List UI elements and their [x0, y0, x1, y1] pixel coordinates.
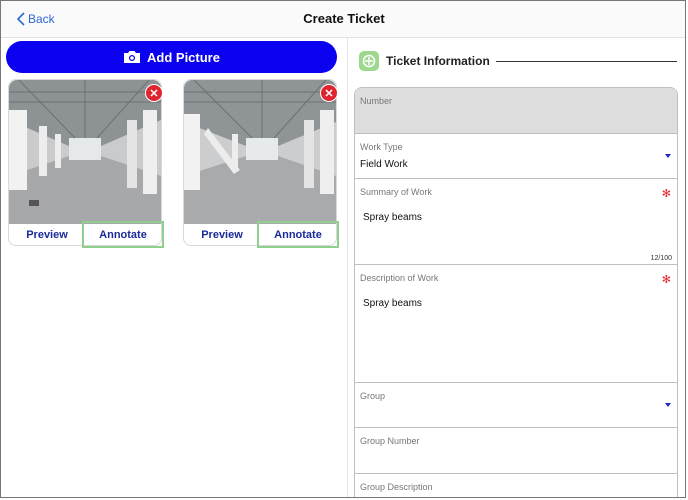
group-select[interactable]: Group — [355, 383, 677, 428]
ticket-icon — [359, 51, 379, 71]
group-label: Group — [360, 391, 386, 401]
camera-icon — [124, 51, 141, 63]
number-field: Number — [355, 88, 677, 134]
photo-thumbnail[interactable] — [184, 80, 336, 224]
number-label: Number — [360, 96, 393, 106]
section-title: Ticket Information — [386, 54, 490, 68]
photo-card: ✕ Preview Annotate — [8, 79, 164, 248]
work-type-select[interactable]: Work Type Field Work — [355, 134, 677, 179]
description-label: Description of Work — [360, 273, 439, 283]
add-picture-label: Add Picture — [147, 49, 220, 65]
required-asterisk-icon: ✻ — [661, 188, 671, 200]
group-description-input[interactable]: Group Description — [355, 474, 677, 497]
group-number-input[interactable]: Group Number — [355, 428, 677, 474]
description-value: Spray beams — [363, 298, 422, 309]
ticket-form: Number Work Type Field Work Summary of W… — [354, 87, 678, 497]
page-title: Create Ticket — [303, 11, 385, 26]
close-icon: ✕ — [149, 87, 159, 100]
annotate-button[interactable]: Annotate — [82, 221, 164, 248]
remove-photo-button[interactable]: ✕ — [320, 84, 338, 102]
photo-actions: Preview Annotate — [9, 221, 164, 248]
photo-card: ✕ Preview Annotate — [183, 79, 339, 248]
character-counter: 12/100 — [650, 255, 672, 262]
photo-actions: Preview Annotate — [184, 221, 339, 248]
close-icon: ✕ — [324, 87, 334, 100]
group-number-label: Group Number — [360, 436, 420, 446]
navigation-bar: Back Create Ticket — [1, 1, 685, 38]
chevron-down-icon — [665, 403, 671, 407]
add-picture-button[interactable]: Add Picture — [6, 41, 337, 73]
summary-label: Summary of Work — [360, 187, 432, 197]
annotate-button[interactable]: Annotate — [257, 221, 339, 248]
photo-thumbnail[interactable] — [9, 80, 161, 224]
summary-of-work-input[interactable]: Summary of Work ✻ Spray beams 12/100 — [355, 179, 677, 265]
description-of-work-input[interactable]: Description of Work ✻ Spray beams — [355, 265, 677, 383]
panel-divider — [347, 38, 348, 497]
preview-button[interactable]: Preview — [9, 224, 85, 245]
app-frame: Back Create Ticket Add Picture ✕ Preview… — [0, 0, 686, 498]
work-type-value: Field Work — [360, 159, 408, 170]
group-description-label: Group Description — [360, 482, 433, 492]
construction-site-photo — [9, 80, 161, 224]
work-type-label: Work Type — [360, 142, 403, 152]
section-divider-line — [495, 60, 677, 62]
required-asterisk-icon: ✻ — [661, 274, 671, 286]
preview-button[interactable]: Preview — [184, 224, 260, 245]
summary-value: Spray beams — [363, 212, 422, 223]
chevron-down-icon — [665, 154, 671, 158]
section-header: Ticket Information — [359, 49, 677, 73]
construction-site-photo — [184, 80, 336, 224]
remove-photo-button[interactable]: ✕ — [145, 84, 163, 102]
